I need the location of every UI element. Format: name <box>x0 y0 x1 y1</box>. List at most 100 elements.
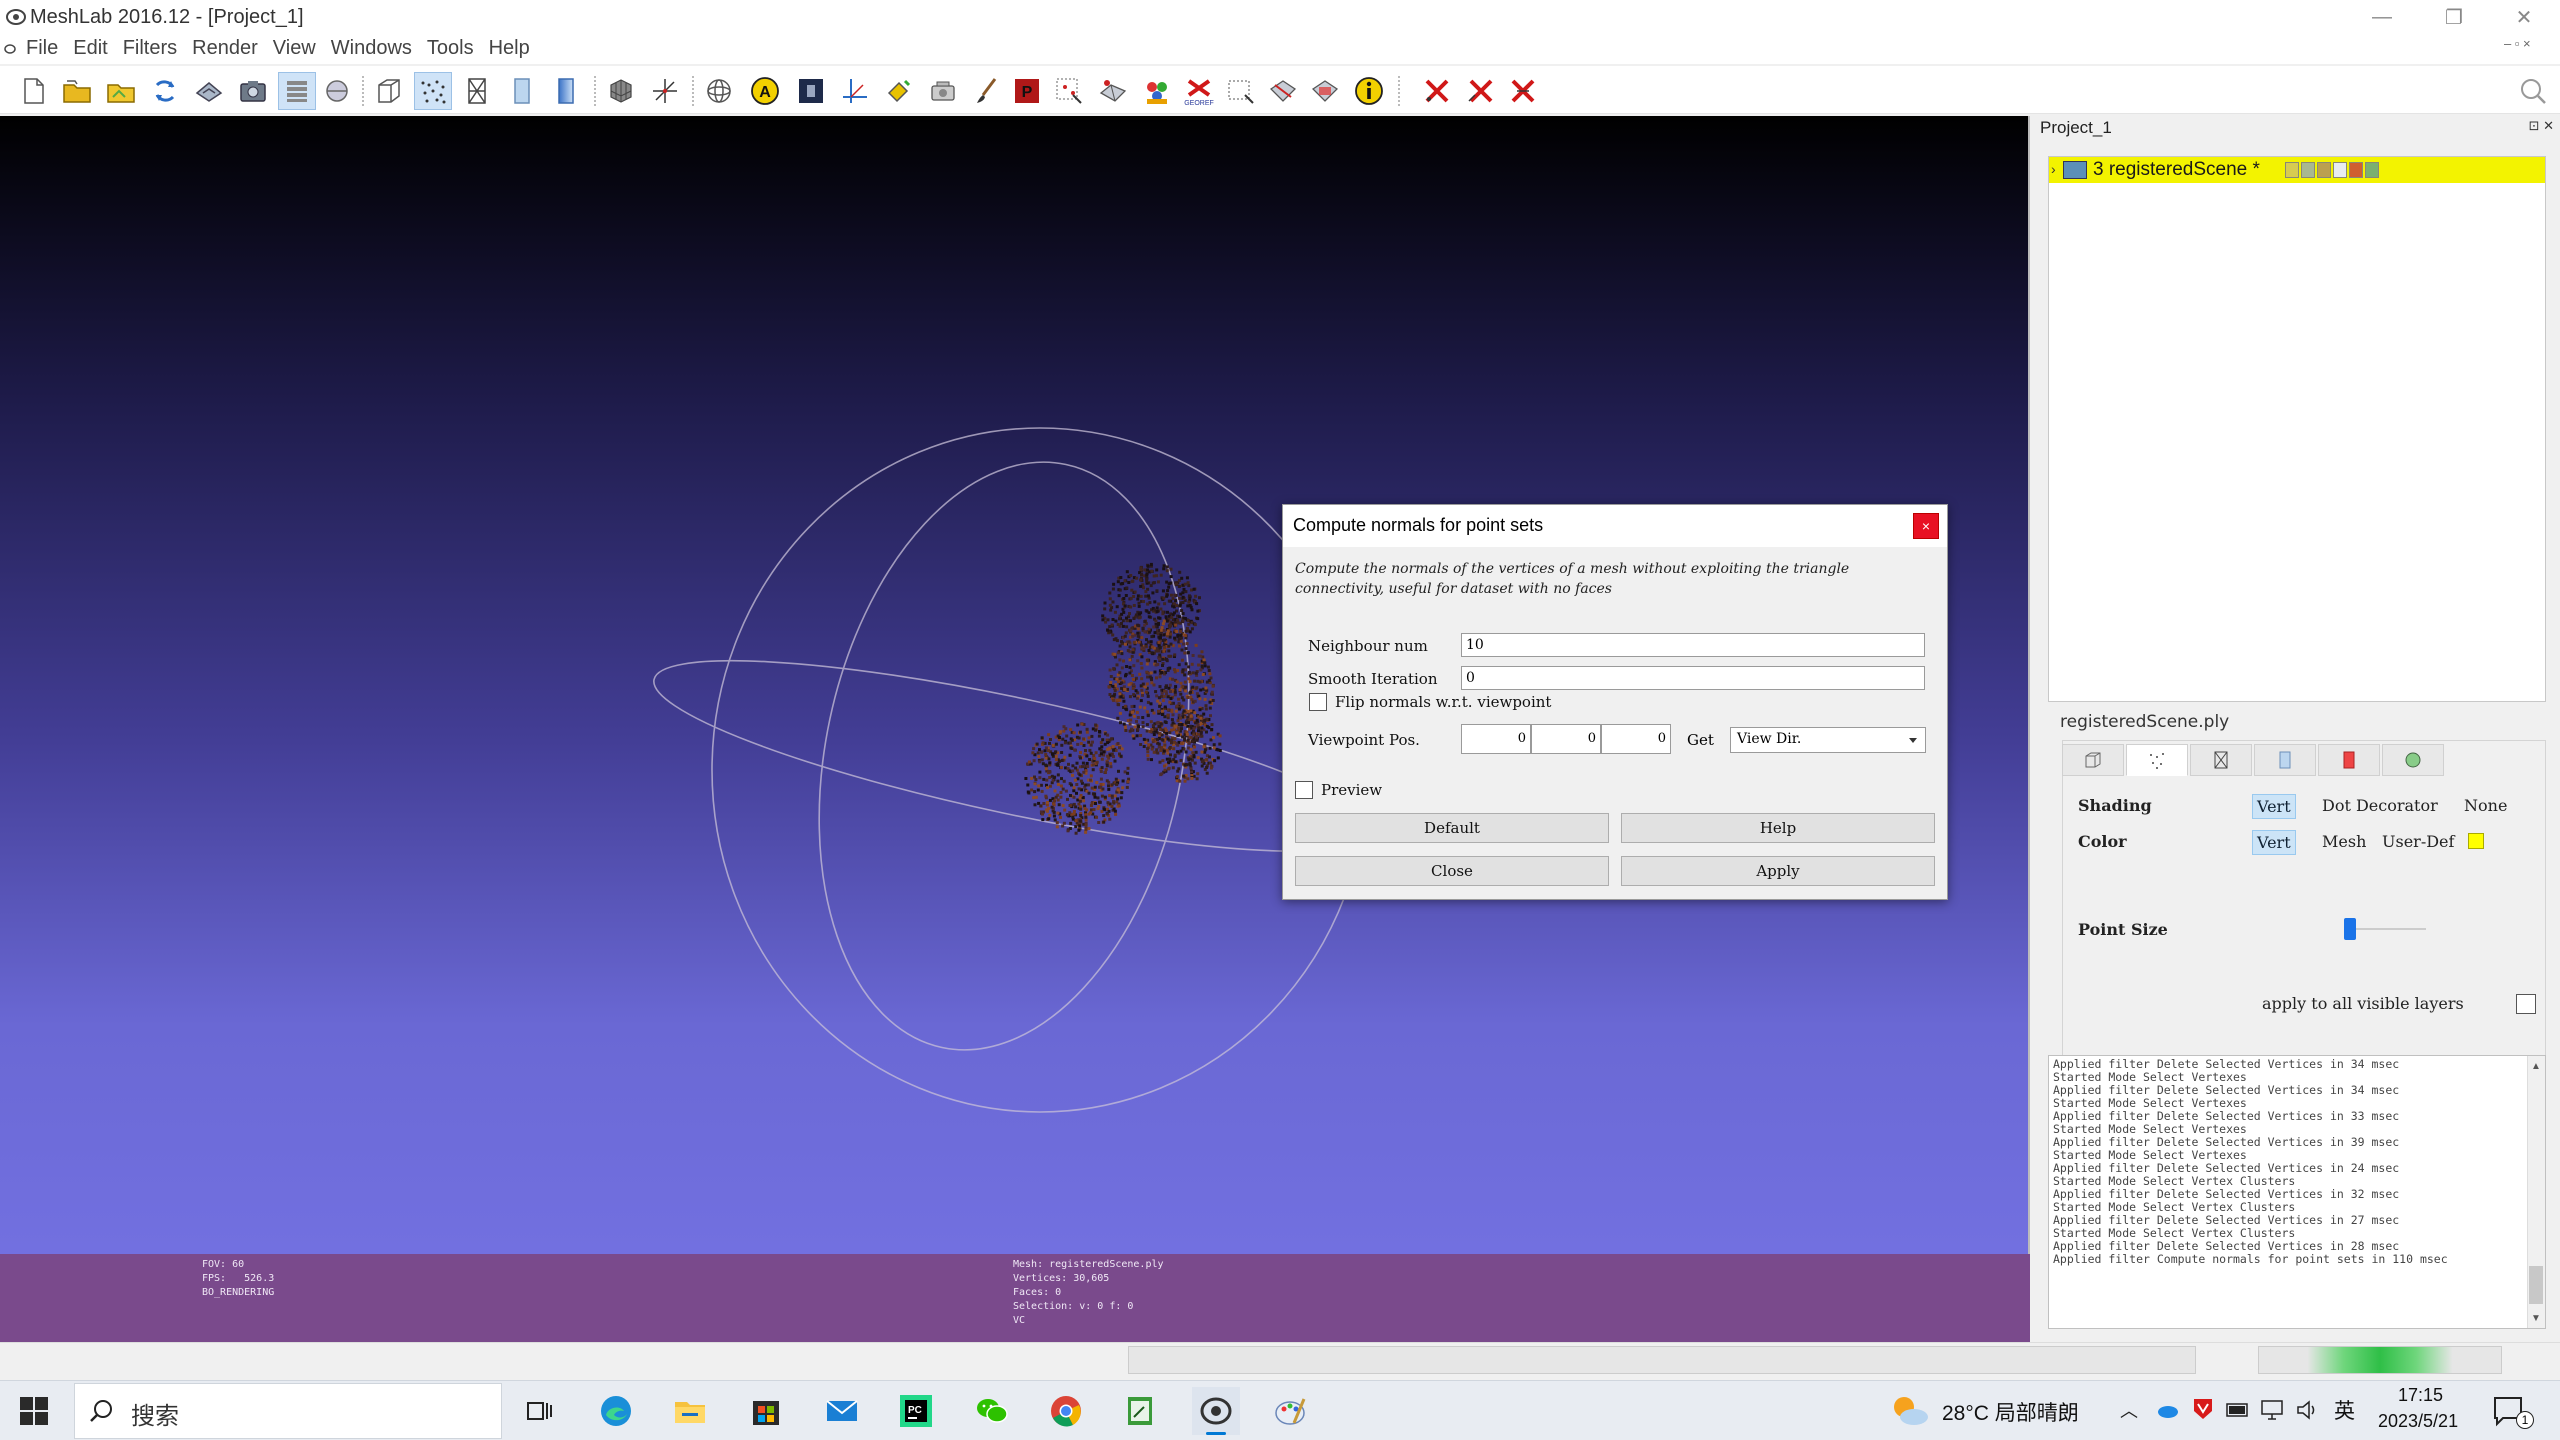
bounding-box-icon[interactable] <box>370 72 408 110</box>
layer-flat-icon[interactable] <box>2333 162 2347 178</box>
tray-overflow-icon[interactable]: ︿ <box>2120 1397 2138 1423</box>
color-mesh-option[interactable]: Mesh <box>2318 830 2370 853</box>
snapshot-camera-icon[interactable] <box>234 72 272 110</box>
select-area-icon[interactable] <box>1306 72 1344 110</box>
layer-expander-icon[interactable]: › <box>2051 161 2061 177</box>
log-scrollbar[interactable]: ▲ ▼ <box>2527 1056 2545 1328</box>
dialog-close-button[interactable]: × <box>1913 513 1939 539</box>
windows-start-icon[interactable] <box>18 1395 50 1427</box>
grid-icon[interactable] <box>602 72 640 110</box>
store-icon[interactable] <box>742 1387 790 1435</box>
color-vert-option[interactable]: Vert <box>2252 830 2296 855</box>
select-connected-icon[interactable] <box>1094 72 1132 110</box>
measure-icon[interactable] <box>836 72 874 110</box>
menu-view[interactable]: View <box>269 37 327 60</box>
preview-checkbox[interactable] <box>1295 781 1313 799</box>
tab-flat-icon[interactable] <box>2254 744 2316 776</box>
points-icon[interactable] <box>414 72 452 110</box>
delete-faces-icon[interactable] <box>1462 72 1500 110</box>
wechat-icon[interactable] <box>968 1387 1016 1435</box>
point-size-slider-handle[interactable] <box>2344 918 2356 940</box>
color-userdef-option[interactable]: User-Def <box>2378 830 2458 853</box>
layer-points-icon[interactable] <box>2301 162 2315 178</box>
notepad-icon[interactable] <box>1116 1387 1164 1435</box>
wireframe-icon[interactable] <box>458 72 496 110</box>
antivirus-icon[interactable] <box>2192 1397 2214 1421</box>
delete-both-icon[interactable] <box>1504 72 1542 110</box>
layer-texture-icon[interactable] <box>2349 162 2363 178</box>
select-faces-icon[interactable] <box>1222 72 1260 110</box>
smooth-iteration-input[interactable]: 0 <box>1461 666 1925 690</box>
menu-file[interactable]: File <box>22 37 69 60</box>
default-button[interactable]: Default <box>1295 813 1609 843</box>
input-language-indicator[interactable]: 英 <box>2334 1395 2355 1425</box>
save-snapshot-icon[interactable] <box>190 72 228 110</box>
apply-all-layers-checkbox[interactable] <box>2516 994 2536 1014</box>
search-icon[interactable] <box>2514 72 2552 110</box>
log-scroll-thumb[interactable] <box>2529 1266 2543 1304</box>
battery-icon[interactable] <box>2226 1401 2250 1419</box>
panel-dock-controls[interactable]: ⊡ ✕ <box>2529 118 2554 134</box>
texture-icon[interactable] <box>792 72 830 110</box>
menu-tools[interactable]: Tools <box>423 37 485 60</box>
annotation-icon[interactable]: A <box>746 72 784 110</box>
render-camera-icon[interactable] <box>924 72 962 110</box>
edge-icon[interactable] <box>592 1387 640 1435</box>
get-viewdir-dropdown[interactable]: View Dir. <box>1730 727 1926 753</box>
menu-filters[interactable]: Filters <box>119 37 188 60</box>
color-picker-icon[interactable] <box>1138 72 1176 110</box>
user-color-swatch[interactable] <box>2468 833 2484 849</box>
scroll-down-icon[interactable]: ▼ <box>2530 1312 2542 1324</box>
layer-row[interactable]: › 3 registeredScene * <box>2049 157 2545 183</box>
axes-icon[interactable] <box>646 72 684 110</box>
layers-icon[interactable] <box>278 72 316 110</box>
flat-icon[interactable] <box>502 72 540 110</box>
clock-time[interactable]: 17:15 <box>2398 1385 2443 1406</box>
chrome-icon[interactable] <box>1042 1387 1090 1435</box>
open-mesh-icon[interactable] <box>102 72 140 110</box>
info-icon[interactable] <box>1350 72 1388 110</box>
layer-normals-icon[interactable] <box>2365 162 2379 178</box>
menu-render[interactable]: Render <box>188 37 269 60</box>
weather-icon[interactable] <box>1890 1393 1930 1429</box>
reload-icon[interactable] <box>146 72 184 110</box>
pdf-icon[interactable]: P <box>1008 72 1046 110</box>
tab-decorator-icon[interactable] <box>2382 744 2444 776</box>
shading-vert-option[interactable]: Vert <box>2252 794 2296 819</box>
scroll-up-icon[interactable]: ▲ <box>2530 1060 2542 1072</box>
taskbar-search-box[interactable]: 搜索 <box>74 1383 502 1439</box>
system-menu-icon[interactable] <box>4 43 16 55</box>
flip-normals-checkbox[interactable] <box>1309 693 1327 711</box>
task-view-icon[interactable] <box>516 1387 564 1435</box>
tab-bbox-icon[interactable] <box>2062 744 2124 776</box>
shading-dot-option[interactable]: Dot Decorator <box>2318 794 2442 817</box>
pycharm-icon[interactable]: PC <box>892 1387 940 1435</box>
minimize-button[interactable]: — <box>2346 0 2418 34</box>
select-vertices-icon[interactable] <box>1050 72 1088 110</box>
paint-icon[interactable] <box>1266 1387 1314 1435</box>
layer-bbox-icon[interactable] <box>2285 162 2299 178</box>
network-icon[interactable] <box>2260 1399 2284 1421</box>
layer-wire-icon[interactable] <box>2317 162 2331 178</box>
weather-text[interactable]: 28°C 局部晴朗 <box>1942 1397 2079 1427</box>
menu-windows[interactable]: Windows <box>327 37 423 60</box>
neighbour-num-input[interactable]: 10 <box>1461 633 1925 657</box>
flag-icon[interactable]: GEOREF <box>1180 72 1218 110</box>
layer-visibility-icon[interactable] <box>2063 161 2087 179</box>
mail-icon[interactable] <box>818 1387 866 1435</box>
close-button[interactable]: Close <box>1295 856 1609 886</box>
select-edges-icon[interactable] <box>1264 72 1302 110</box>
viewpoint-x-input[interactable]: 0 <box>1461 724 1531 754</box>
onedrive-icon[interactable] <box>2156 1401 2178 1419</box>
apply-button[interactable]: Apply <box>1621 856 1935 886</box>
tab-wireframe-icon[interactable] <box>2190 744 2252 776</box>
viewpoint-z-input[interactable]: 0 <box>1601 724 1671 754</box>
tab-points-icon[interactable] <box>2126 744 2188 776</box>
paint-bucket-icon[interactable] <box>880 72 918 110</box>
viewpoint-y-input[interactable]: 0 <box>1531 724 1601 754</box>
log-window[interactable]: Applied filter Delete Selected Vertices … <box>2048 1055 2546 1329</box>
help-button[interactable]: Help <box>1621 813 1935 843</box>
meshlab-taskbar-icon[interactable] <box>1192 1387 1240 1435</box>
shading-none-option[interactable]: None <box>2460 794 2511 817</box>
trackball-icon[interactable] <box>700 72 738 110</box>
